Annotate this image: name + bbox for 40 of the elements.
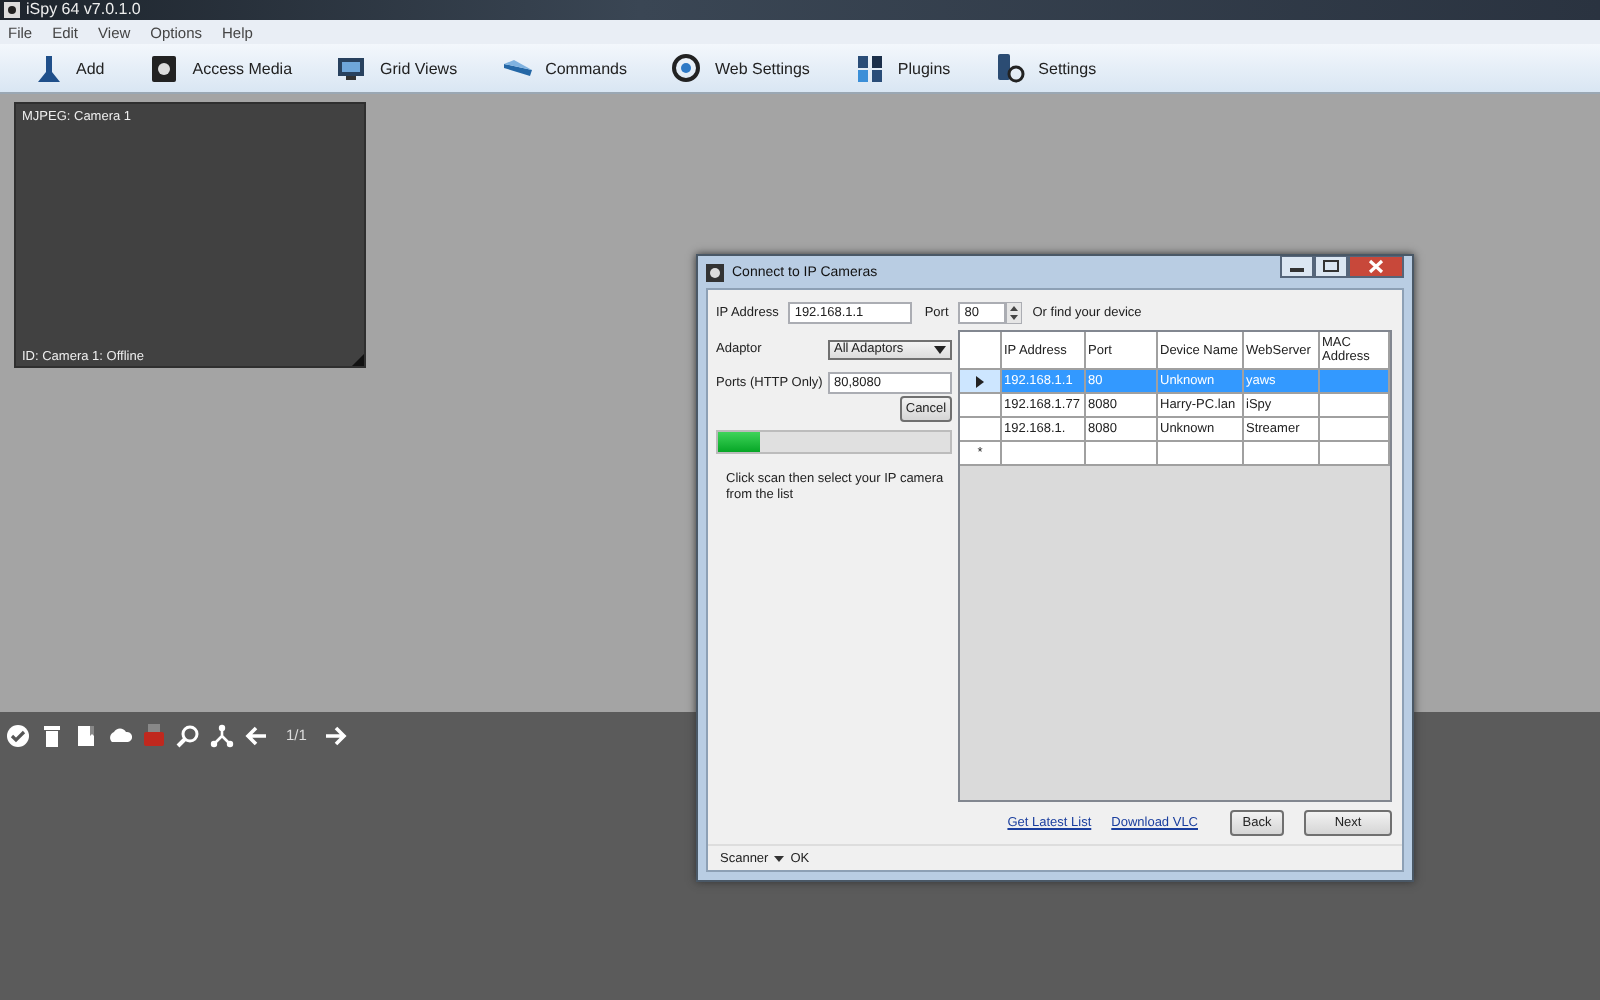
check-icon[interactable] <box>6 724 30 748</box>
cloud-icon[interactable] <box>108 724 132 748</box>
row-pointer-icon <box>976 375 984 387</box>
grid-corner-cell <box>960 332 1002 370</box>
dropdown-arrow-icon <box>774 855 785 861</box>
trash-icon[interactable] <box>40 724 64 748</box>
resize-grip-icon <box>352 354 364 366</box>
maximize-icon[interactable] <box>1314 256 1348 278</box>
table-cell[interactable] <box>1320 394 1390 418</box>
table-cell[interactable] <box>1320 442 1390 466</box>
toolbar-button[interactable]: Commands <box>497 48 631 88</box>
app-icon <box>4 2 20 18</box>
window-title: iSpy 64 v7.0.1.0 <box>26 0 141 20</box>
toolbar-button[interactable]: Grid Views <box>332 48 462 88</box>
table-cell[interactable] <box>1244 442 1320 466</box>
table-cell[interactable] <box>1320 370 1390 394</box>
book-icon[interactable] <box>74 724 98 748</box>
toolbar-button[interactable]: Add <box>28 48 109 88</box>
table-cell[interactable] <box>1086 442 1158 466</box>
close-icon[interactable] <box>1348 256 1404 278</box>
table-cell[interactable] <box>1002 442 1086 466</box>
globe-icon <box>670 52 703 84</box>
network-icon[interactable] <box>210 724 234 748</box>
toolbar-button[interactable]: Settings <box>990 48 1101 88</box>
table-cell[interactable] <box>1320 418 1390 442</box>
card-icon <box>148 52 181 84</box>
minimize-icon[interactable] <box>1280 256 1314 278</box>
search-icon[interactable] <box>176 724 200 748</box>
table-cell[interactable] <box>1158 442 1244 466</box>
spinner-arrows-icon[interactable] <box>1006 301 1023 323</box>
app-icon <box>706 263 724 281</box>
arrow-left-icon[interactable] <box>244 724 268 748</box>
toolbar-button[interactable]: Plugins <box>849 48 955 88</box>
toolbar-button[interactable]: Web Settings <box>666 48 814 88</box>
toolbar-button[interactable]: Access Media <box>144 48 297 88</box>
dropdown-arrow-icon <box>934 345 946 353</box>
blocks-icon <box>853 52 886 84</box>
monitor-icon <box>336 52 369 84</box>
row-header[interactable] <box>960 370 1002 394</box>
arrow-right-icon[interactable] <box>324 724 349 748</box>
